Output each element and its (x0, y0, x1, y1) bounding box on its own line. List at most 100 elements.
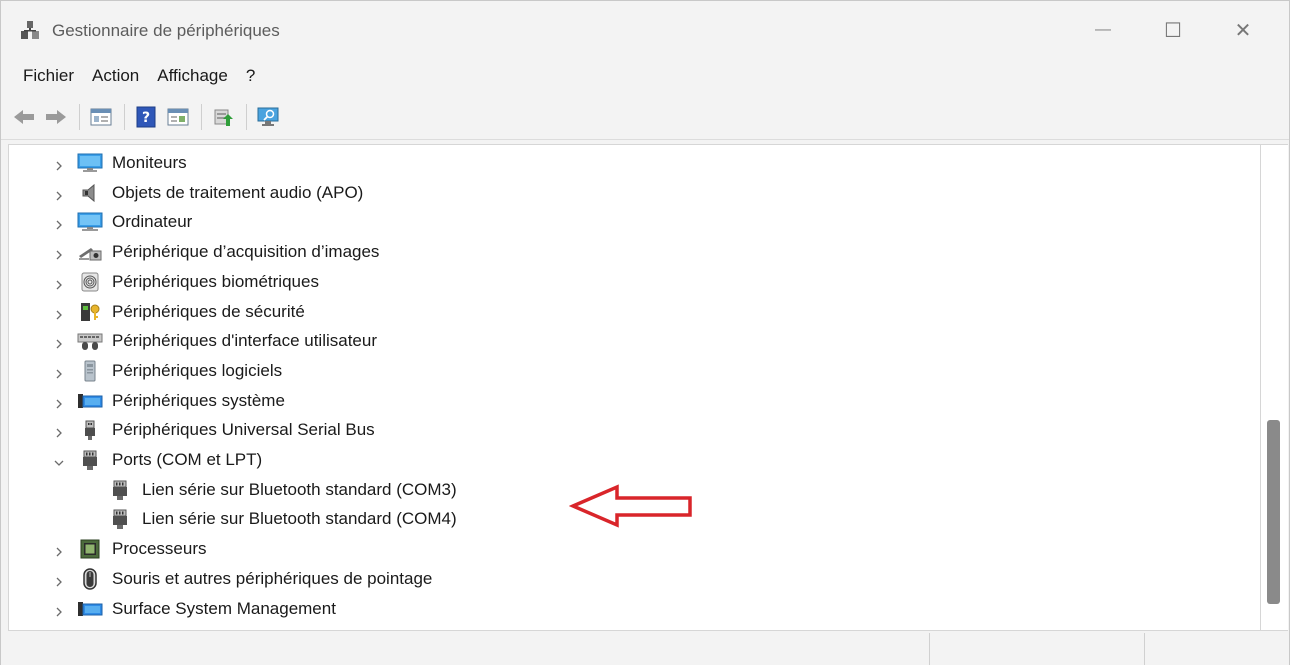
device-tree[interactable]: Moniteurs Objets de traitement audio (APO… (8, 144, 1261, 631)
tree-category-row[interactable]: Souris et autres périphériques de pointa… (9, 564, 1260, 594)
security-key-icon (77, 301, 103, 323)
scan-hardware-changes-icon (257, 107, 279, 126)
chevron-right-icon[interactable] (53, 246, 65, 260)
tree-category-row[interactable]: Périphériques logiciels (9, 356, 1260, 386)
tree-category-row[interactable]: Périphériques biométriques (9, 267, 1260, 297)
scrollbar-thumb[interactable] (1267, 420, 1280, 604)
camera-icon (77, 241, 103, 263)
mouse-icon (77, 568, 103, 590)
monitor-icon (77, 152, 103, 174)
tree-category-row[interactable]: Ordinateur (9, 207, 1260, 237)
update-driver-button[interactable] (210, 104, 236, 130)
red-arrow-pointer-icon (569, 484, 692, 528)
tree-category-row[interactable]: Périphériques de sécurité (9, 297, 1260, 327)
minimize-button[interactable]: — (1068, 1, 1138, 59)
tree-item-label: Ports (COM et LPT) (112, 450, 263, 469)
status-divider (1144, 633, 1145, 665)
system-device-icon (77, 390, 103, 412)
chevron-right-icon[interactable] (53, 187, 65, 201)
svg-text:?: ? (142, 110, 150, 126)
tree-item-label: Souris et autres périphériques de pointa… (112, 568, 433, 588)
tree-item-label: Moniteurs (112, 153, 187, 172)
chevron-right-icon[interactable] (53, 276, 65, 290)
close-icon: ✕ (1234, 19, 1252, 42)
forward-arrow-icon (46, 109, 66, 124)
title-bar[interactable]: Gestionnaire de périphériques — ☐ ✕ (1, 1, 1289, 59)
back-button[interactable] (11, 104, 37, 130)
status-divider (929, 633, 930, 665)
port-icon (107, 508, 133, 530)
tree-item-label: Périphériques système (112, 390, 285, 410)
tree-category-row[interactable]: Processeurs (9, 534, 1260, 564)
menu-action[interactable]: Action (84, 61, 147, 91)
tree-item-label: Périphérique d’acquisition d’images (112, 242, 380, 262)
update-driver-icon (214, 109, 233, 126)
close-button[interactable]: ✕ (1208, 1, 1278, 59)
tree-item-label: Lien série sur Bluetooth standard (COM3) (142, 479, 457, 499)
window-title: Gestionnaire de périphériques (52, 21, 280, 40)
menu-help[interactable]: ? (238, 61, 263, 91)
menu-fichier[interactable]: Fichier (15, 61, 82, 91)
chevron-right-icon[interactable] (53, 603, 65, 616)
tree-category-row[interactable]: Ports (COM et LPT) (9, 445, 1260, 475)
scan-hardware-changes-button[interactable] (255, 104, 281, 130)
chevron-right-icon[interactable] (53, 543, 65, 557)
show-hide-console-tree-icon (90, 108, 112, 125)
tree-item-label: Objets de traitement audio (APO) (112, 182, 364, 202)
tree-item-label: Surface System Management (112, 598, 336, 618)
toolbar-separator (201, 103, 202, 130)
chevron-down-icon[interactable] (53, 454, 65, 466)
tree-item-label: Périphériques Universal Serial Bus (112, 420, 375, 440)
show-action-pane-icon (167, 108, 189, 125)
tree-category-row[interactable]: Périphérique d’acquisition d’images (9, 237, 1260, 267)
tree-item-label: Processeurs (112, 539, 207, 559)
tree-category-row[interactable]: Périphériques Universal Serial Bus (9, 415, 1260, 445)
device-manager-window: Gestionnaire de périphériques — ☐ ✕ Fich… (0, 0, 1290, 665)
maximize-button[interactable]: ☐ (1138, 1, 1208, 59)
tree-item-label: Périphériques logiciels (112, 360, 283, 380)
hid-icon (77, 330, 103, 352)
vertical-scrollbar[interactable] (1261, 144, 1288, 631)
tree-category-row[interactable]: Périphériques d'interface utilisateur (9, 326, 1260, 356)
maximize-icon: ☐ (1164, 19, 1182, 42)
help-icon: ? (136, 106, 156, 127)
menu-affichage[interactable]: Affichage (149, 61, 236, 91)
chevron-right-icon[interactable] (53, 573, 65, 587)
toolbar-separator (246, 103, 247, 130)
chevron-right-icon[interactable] (53, 424, 65, 438)
tree-item-label: Périphériques d'interface utilisateur (112, 331, 378, 351)
tree-category-row[interactable]: Moniteurs (9, 148, 1260, 178)
processor-icon (77, 538, 103, 560)
status-bar (1, 633, 1289, 665)
software-device-icon (77, 360, 103, 382)
fingerprint-icon (77, 271, 103, 293)
chevron-right-icon[interactable] (53, 335, 65, 349)
chevron-right-icon[interactable] (53, 306, 65, 319)
help-button[interactable]: ? (133, 104, 159, 130)
toolbar-separator (79, 103, 80, 130)
device-manager-app-icon (21, 21, 39, 39)
chevron-right-icon[interactable] (53, 365, 65, 379)
toolbar: ? (1, 94, 1289, 140)
system-device-icon (77, 598, 103, 620)
show-hide-console-tree-button[interactable] (88, 104, 114, 130)
tree-category-row[interactable]: Objets de traitement audio (APO) (9, 178, 1260, 208)
tree-item-label: Lien série sur Bluetooth standard (COM4) (142, 509, 457, 529)
forward-button[interactable] (43, 104, 69, 130)
port-icon (107, 479, 133, 501)
chevron-right-icon[interactable] (53, 157, 65, 171)
port-icon (77, 449, 103, 471)
tree-item-label: Périphériques biométriques (112, 271, 319, 291)
tree-item-label: Ordinateur (112, 212, 193, 232)
menu-bar: Fichier Action Affichage ? (1, 61, 1289, 91)
tree-category-row[interactable]: Périphériques système (9, 386, 1260, 416)
chevron-right-icon[interactable] (53, 216, 65, 230)
toolbar-separator (124, 103, 125, 130)
minimize-icon: — (1095, 21, 1111, 38)
tree-item-label: Périphériques de sécurité (112, 301, 305, 321)
computer-icon (77, 211, 103, 233)
usb-icon (77, 419, 103, 441)
show-action-pane-button[interactable] (165, 104, 191, 130)
tree-category-row[interactable]: Surface System Management (9, 594, 1260, 624)
chevron-right-icon[interactable] (53, 395, 65, 409)
